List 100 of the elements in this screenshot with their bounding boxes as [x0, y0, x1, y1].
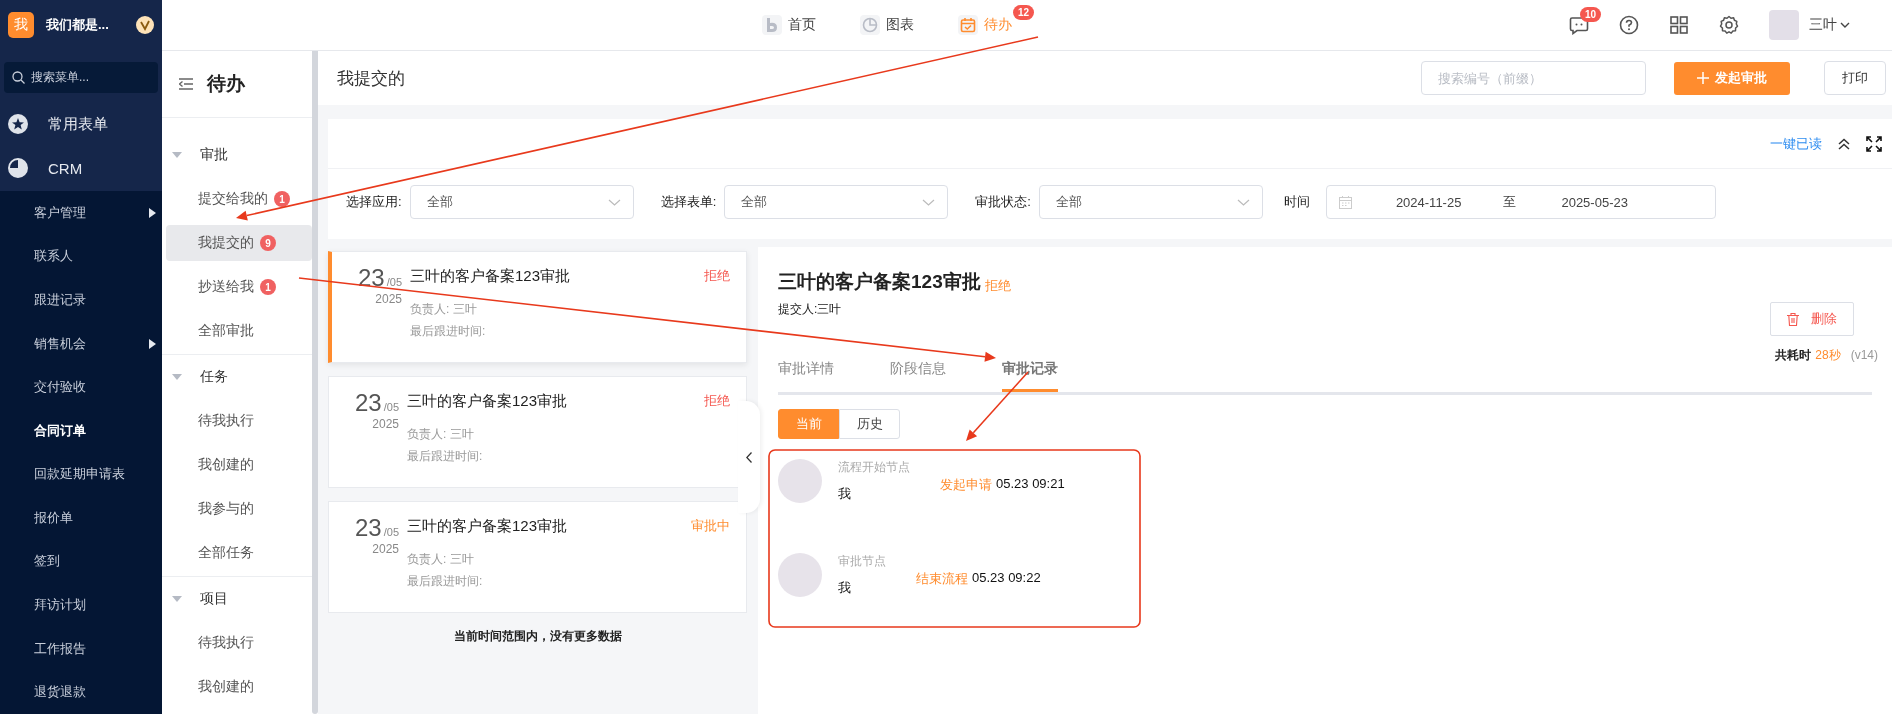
sidebar-item[interactable]: 交付验收 [0, 365, 162, 409]
search-field[interactable]: 搜索编号（前缀） [1421, 61, 1646, 95]
actor-name: 我 [838, 579, 852, 597]
card-title: 三叶的客户备案123审批 [407, 392, 568, 411]
date-month: /05 [383, 526, 399, 538]
collapse-menu-icon[interactable] [179, 78, 193, 90]
approval-card[interactable]: 23/05 2025 三叶的客户备案123审批 负责人: 三叶 最后跟进时间: 拒绝 [328, 251, 747, 363]
mark-all-read-link[interactable]: 一键已读 [1770, 134, 1822, 153]
fullscreen-icon[interactable] [1866, 135, 1882, 152]
filter-label: 选择应用: [346, 193, 402, 211]
status-label: 拒绝 [704, 267, 730, 285]
count-badge: 10 [1579, 7, 1601, 22]
sidebar-item[interactable]: 客户管理 [0, 191, 162, 235]
settings-icon[interactable] [1719, 15, 1739, 35]
date-day: 23 [355, 514, 382, 542]
sidebar-item[interactable]: 报价单 [0, 496, 162, 540]
filter-dropdown[interactable]: 全部 [409, 185, 634, 219]
detail-tab[interactable]: 阶段信息 [890, 360, 946, 392]
pie-chart-icon [862, 17, 878, 33]
card-title: 三叶的客户备案123审批 [407, 517, 568, 536]
help-icon[interactable] [1619, 15, 1639, 35]
collapse-handle[interactable] [738, 401, 760, 513]
approval-card[interactable]: 23/05 2025 三叶的客户备案123审批 负责人: 三叶 最后跟进时间: 拒绝 [328, 376, 747, 488]
sidebar-item[interactable]: 签到 [0, 539, 162, 584]
node-name: 流程开始节点 [838, 459, 910, 476]
calendar-icon [1338, 195, 1352, 209]
last-follow-up-text: 最后跟进时间: [410, 323, 486, 340]
menu-item[interactable]: 待我执行 [166, 625, 312, 661]
status-label: 审批中 [691, 517, 730, 535]
status-label: 拒绝 [984, 277, 1011, 295]
calendar-icon [960, 17, 976, 33]
menu-item[interactable]: 我创建的 [166, 447, 312, 483]
filter-dropdown[interactable]: 全部 [1038, 185, 1263, 219]
view-toggle-button[interactable]: 历史 [839, 409, 900, 439]
sidebar-item[interactable]: 跟进记录 [0, 278, 162, 322]
sidebar-item[interactable]: 回款延期申请表 [0, 452, 162, 497]
detail-tab[interactable]: 审批详情 [778, 360, 834, 392]
event-time: 05.23 09:22 [972, 570, 1041, 587]
menu-item[interactable]: 我提交的 9 [166, 225, 312, 261]
date-range-field[interactable]: 2024-11-25 至 2025-05-23 [1325, 185, 1716, 219]
trash-icon [1787, 312, 1799, 326]
organization-name[interactable]: 我们都是... [46, 16, 124, 34]
user-avatar [778, 553, 822, 597]
detail-title: 三叶的客户备案123审批 [778, 270, 981, 294]
version-text: (v14) [1850, 348, 1878, 362]
search-icon [12, 71, 25, 84]
sidebar-item[interactable]: 合同订单 [0, 408, 162, 453]
date-month: /05 [386, 276, 402, 288]
approval-card[interactable]: 23/05 2025 三叶的客户备案123审批 负责人: 三叶 最后跟进时间: 审批中 [328, 501, 747, 613]
date-year: 2025 [372, 542, 399, 556]
menu-search-field[interactable]: 搜索菜单... [4, 62, 158, 93]
nav-tab[interactable]: 首页 [762, 11, 816, 39]
last-follow-up-text: 最后跟进时间: [407, 448, 483, 465]
date-day: 23 [355, 389, 382, 417]
filter-label: 审批状态: [975, 193, 1031, 211]
panel-title: 待办 [207, 72, 245, 96]
sidebar-item[interactable]: 拜访计划 [0, 583, 162, 627]
user-menu[interactable]: 三叶 [1809, 16, 1850, 34]
menu-item[interactable]: 全部审批 [166, 313, 312, 349]
node-name: 审批节点 [838, 553, 886, 570]
action-label: 发起申请 [940, 476, 992, 494]
menu-item[interactable]: 我参与的 [166, 491, 312, 527]
count-badge: 12 [1012, 5, 1034, 20]
chevron-down-icon [1236, 198, 1250, 206]
chevron-left-icon [746, 451, 752, 463]
detail-tab[interactable]: 审批记录 [1002, 360, 1058, 392]
plus-icon [1697, 72, 1709, 84]
last-follow-up-text: 最后跟进时间: [407, 573, 483, 590]
sidebar-item[interactable]: 工作报告 [0, 626, 162, 671]
status-label: 拒绝 [704, 392, 730, 410]
menu-item[interactable]: 抄送给我 1 [166, 269, 312, 305]
date-month: /05 [383, 401, 399, 413]
count-badge: 1 [260, 279, 276, 295]
menu-item[interactable]: 待我执行 [166, 403, 312, 439]
owner-text: 负责人: 三叶 [407, 551, 474, 568]
user-avatar [778, 459, 822, 503]
filter-label: 选择表单: [660, 193, 717, 211]
owner-text: 负责人: 三叶 [410, 301, 477, 318]
verified-icon [136, 16, 154, 34]
menu-item[interactable]: 全部任务 [166, 535, 312, 571]
chevron-down-icon [922, 198, 936, 206]
action-label: 结束流程 [916, 570, 968, 588]
menu-section[interactable]: 常用表单 [48, 114, 108, 134]
menu-group-header[interactable]: 项目 [200, 590, 228, 608]
menu-section[interactable]: CRM [48, 159, 83, 177]
collapse-icon[interactable] [1838, 137, 1850, 150]
menu-item[interactable]: 我创建的 [166, 669, 312, 705]
sidebar-item[interactable]: 联系人 [0, 234, 162, 279]
sidebar-item[interactable]: 退货退款 [0, 670, 162, 714]
date-year: 2025 [375, 292, 402, 306]
nav-tab[interactable]: 图表 [860, 11, 914, 39]
letter-b-icon [765, 18, 779, 32]
menu-group-header[interactable]: 任务 [200, 368, 228, 386]
pie-chart-icon [8, 158, 28, 178]
sidebar-item[interactable]: 销售机会 [0, 321, 162, 366]
filter-dropdown[interactable]: 全部 [724, 185, 949, 219]
menu-item[interactable]: 提交给我的 1 [166, 181, 312, 217]
menu-group-header[interactable]: 审批 [200, 146, 228, 164]
grid-icon[interactable] [1669, 15, 1689, 35]
print-button[interactable]: 打印 [1824, 61, 1886, 95]
